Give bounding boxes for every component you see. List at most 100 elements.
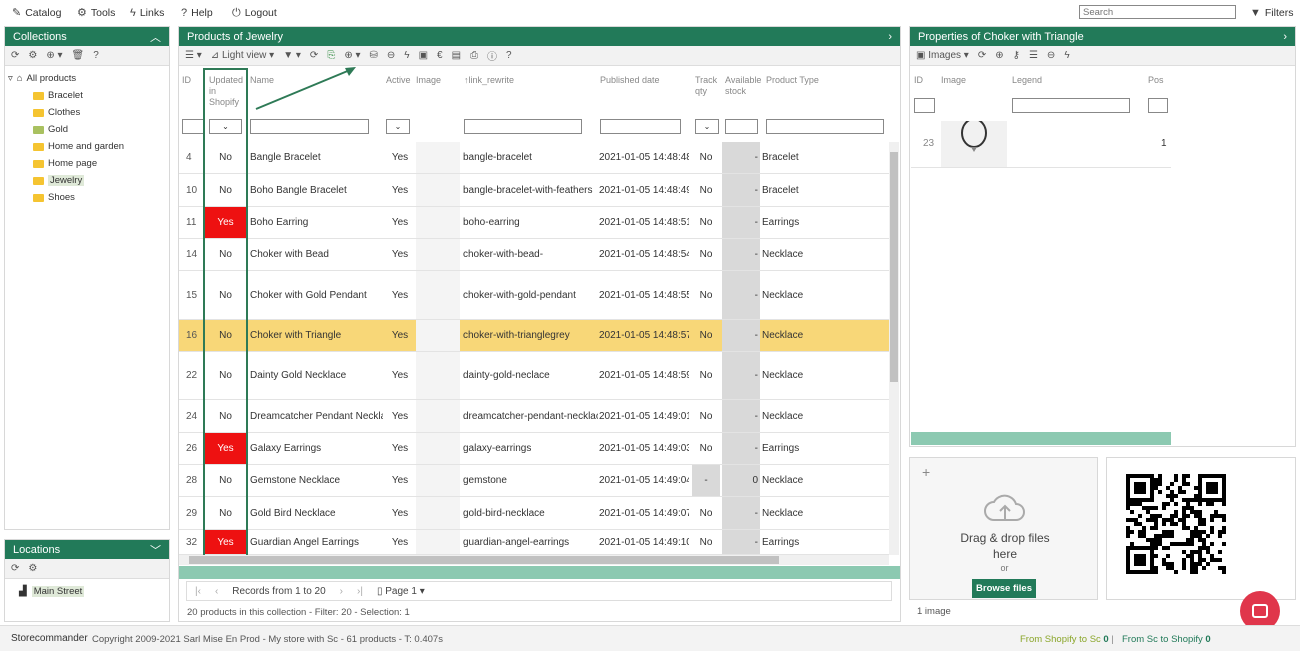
table-row[interactable]: 14 No Choker with Bead Yes choker-with-bead-…: [179, 239, 889, 271]
prev-page-icon[interactable]: ‹: [215, 586, 218, 597]
table-row[interactable]: 28 No Gemstone Necklace Yes gemstone 2021-01-…: [179, 465, 889, 497]
menu-help[interactable]: ? Help: [181, 7, 213, 19]
menu-tools[interactable]: ⚙ Tools: [77, 7, 115, 19]
filters-button[interactable]: ▼ Filters: [1250, 7, 1293, 19]
filter-type[interactable]: [766, 119, 884, 134]
print-icon[interactable]: ⎙: [470, 50, 478, 61]
refresh-icon[interactable]: ⟳: [11, 50, 19, 61]
images-select[interactable]: ▣ Images ▾: [916, 50, 969, 61]
gear-icon[interactable]: ⚙: [28, 50, 37, 61]
euro-icon[interactable]: €: [437, 50, 443, 61]
col-type-header[interactable]: Product Type: [766, 75, 819, 86]
table-row[interactable]: 32 Yes Guardian Angel Earrings Yes guardian-…: [179, 530, 889, 555]
table-row[interactable]: 4 No Bangle Bracelet Yes bangle-bracelet 2021…: [179, 142, 889, 174]
refresh-icon[interactable]: ⟳: [978, 50, 986, 61]
col-published-header[interactable]: Published date: [600, 75, 660, 86]
col-track-header[interactable]: Track qty: [695, 75, 717, 97]
filter-id[interactable]: [182, 119, 204, 134]
tree-item-home-page[interactable]: Home page: [33, 158, 97, 169]
grid-icon[interactable]: ☰ ▾: [185, 50, 202, 61]
cell-type: Necklace: [762, 507, 804, 519]
remove-icon[interactable]: ⊖: [1047, 50, 1055, 61]
chevron-up-icon[interactable]: ︿: [150, 29, 161, 45]
filter-track[interactable]: ⌄: [695, 119, 719, 134]
gear-icon[interactable]: ⚙: [28, 563, 37, 574]
image-row[interactable]: 23 1: [911, 118, 1171, 168]
tree-item-clothes[interactable]: Clothes: [33, 107, 80, 118]
last-page-icon[interactable]: ›|: [357, 586, 363, 597]
table-row[interactable]: 24 No Dreamcatcher Pendant Necklac Yes dream…: [179, 400, 889, 433]
tree-item-home-and-garden[interactable]: Home and garden: [33, 141, 124, 152]
table-row[interactable]: 15 No Choker with Gold Pendant Yes choker-wi…: [179, 271, 889, 320]
table-row[interactable]: 11 Yes Boho Earring Yes boho-earring 2021-01-…: [179, 207, 889, 239]
add-file-plus[interactable]: +: [922, 464, 930, 480]
location-item[interactable]: ▟ Main Street: [19, 586, 85, 597]
menu-links[interactable]: ϟ Links: [130, 7, 164, 19]
first-page-icon[interactable]: |‹: [195, 586, 201, 597]
table-row[interactable]: 16 No Choker with Triangle Yes choker-with-t…: [179, 320, 889, 352]
prop-legend-header[interactable]: Legend: [1012, 75, 1042, 86]
info-icon[interactable]: ⓘ: [487, 48, 497, 63]
bag-icon[interactable]: ⛁: [370, 50, 378, 61]
menu-catalog[interactable]: ✎ Catalog: [12, 7, 61, 19]
h-scrollbar-thumb[interactable]: [189, 556, 779, 564]
filter-published[interactable]: [600, 119, 681, 134]
filter-stock[interactable]: [725, 119, 758, 134]
list-icon[interactable]: ☰: [1029, 50, 1038, 61]
bolt-icon[interactable]: ϟ: [1064, 50, 1069, 61]
table-row[interactable]: 10 No Boho Bangle Bracelet Yes bangle-bracel…: [179, 174, 889, 207]
document-icon[interactable]: ▤: [452, 50, 461, 61]
scrollbar-thumb[interactable]: [890, 152, 898, 382]
add-icon[interactable]: ⊕: [995, 50, 1003, 61]
table-row[interactable]: 22 No Dainty Gold Necklace Yes dainty-gold-n…: [179, 352, 889, 400]
tree-item-gold[interactable]: Gold: [33, 124, 68, 135]
dropzone-or: or: [1000, 563, 1009, 573]
help-icon[interactable]: ?: [93, 50, 99, 61]
next-page-icon[interactable]: ›: [340, 586, 343, 597]
prop-id-header[interactable]: ID: [914, 75, 923, 86]
col-stock-header[interactable]: Available stock: [725, 75, 761, 97]
filter-name[interactable]: [250, 119, 369, 134]
menu-logout[interactable]: ⏻ Logout: [232, 7, 277, 19]
tree-item-bracelet[interactable]: Bracelet: [33, 90, 83, 101]
dropzone[interactable]: + Drag & drop files here or Browse files: [909, 457, 1098, 600]
filter-active[interactable]: ⌄: [386, 119, 410, 134]
col-id-header[interactable]: ID: [182, 75, 191, 86]
prop-filter-pos[interactable]: [1148, 98, 1168, 113]
remove-icon[interactable]: ⊖: [387, 50, 395, 61]
table-row[interactable]: 29 No Gold Bird Necklace Yes gold-bird-neckl…: [179, 497, 889, 530]
tree-item-jewelry[interactable]: Jewelry: [33, 175, 85, 186]
vertical-scrollbar[interactable]: [889, 142, 899, 555]
tree-item-all-products[interactable]: ▿ ⌂ All products: [8, 73, 76, 84]
chevron-right-icon[interactable]: ›: [888, 31, 892, 43]
col-image-header[interactable]: Image: [416, 75, 441, 86]
filter-link[interactable]: [464, 119, 582, 134]
prop-filter-legend[interactable]: [1012, 98, 1130, 113]
prop-image-header[interactable]: Image: [941, 75, 966, 86]
col-active-header[interactable]: Active: [386, 75, 411, 86]
prop-pos-header[interactable]: Pos: [1148, 75, 1164, 86]
updated-column-highlight: [203, 68, 248, 561]
cell-type: Earrings: [762, 217, 800, 228]
search-input[interactable]: [1079, 5, 1236, 19]
tree-item-shoes[interactable]: Shoes: [33, 192, 75, 203]
table-row[interactable]: 26 Yes Galaxy Earrings Yes galaxy-earrings 20…: [179, 433, 889, 465]
refresh-icon[interactable]: ⟳: [11, 563, 19, 574]
chevron-right-icon[interactable]: ›: [1283, 31, 1287, 43]
cell-stock: -: [722, 497, 760, 529]
key-icon[interactable]: ⚷: [1013, 50, 1020, 61]
folder-icon: [33, 91, 44, 100]
col-link-header[interactable]: ↑link_rewrite: [464, 75, 514, 86]
page-select[interactable]: ▯ Page 1 ▾: [377, 586, 425, 597]
horizontal-scrollbar[interactable]: [179, 555, 889, 565]
image-icon[interactable]: ▣: [419, 50, 428, 61]
add-icon[interactable]: ⊕ ▾: [46, 50, 62, 61]
collapse-icon[interactable]: ▿: [8, 73, 13, 84]
prop-filter-id[interactable]: [914, 98, 935, 113]
chevron-down-icon[interactable]: ﹀: [150, 542, 161, 558]
browse-files-button[interactable]: Browse files: [972, 579, 1036, 598]
help-icon[interactable]: ?: [506, 50, 512, 61]
trash-icon[interactable]: 🗑: [72, 50, 85, 61]
bolt-icon[interactable]: ϟ: [404, 50, 409, 61]
cell-track: No: [699, 443, 713, 454]
